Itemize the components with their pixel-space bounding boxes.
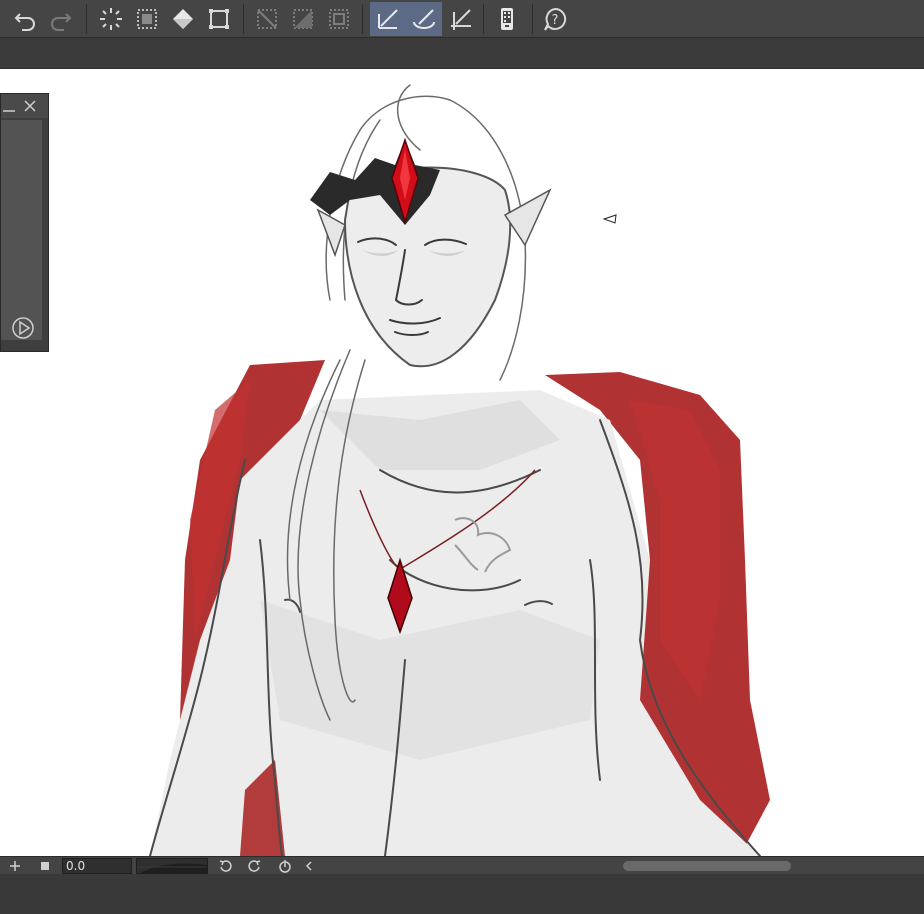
clear-selection-icon bbox=[100, 8, 122, 30]
redo-button[interactable] bbox=[44, 2, 78, 36]
device-button[interactable] bbox=[490, 2, 524, 36]
rotate-right-icon bbox=[248, 860, 261, 872]
stop-button[interactable] bbox=[36, 858, 54, 874]
toolbar-divider bbox=[362, 4, 363, 34]
invert-selection-icon bbox=[293, 9, 313, 29]
zoom-slider-curve bbox=[137, 863, 207, 873]
drawing-canvas[interactable] bbox=[0, 69, 924, 856]
undo-button[interactable] bbox=[8, 2, 42, 36]
undo-icon bbox=[14, 13, 35, 31]
transform-icon bbox=[209, 9, 229, 29]
panel-header bbox=[1, 94, 48, 118]
snap-grid-button[interactable] bbox=[444, 2, 478, 36]
help-icon: ? bbox=[544, 7, 567, 31]
snap-ruler-button[interactable] bbox=[370, 2, 406, 36]
close-icon[interactable] bbox=[23, 99, 37, 113]
brush-cursor-icon bbox=[603, 214, 617, 224]
command-toolbar: ? bbox=[0, 0, 924, 38]
toolbar-divider bbox=[86, 4, 87, 34]
deselect-icon bbox=[257, 9, 277, 29]
add-icon bbox=[10, 861, 20, 871]
svg-text:?: ? bbox=[552, 13, 559, 28]
reset-rotation-button[interactable] bbox=[276, 858, 294, 874]
toolbar-divider bbox=[483, 4, 484, 34]
collapse-left-button[interactable] bbox=[302, 858, 316, 874]
snap-special-ruler-icon bbox=[413, 9, 435, 29]
toolbar-divider bbox=[532, 4, 533, 34]
navigator-bar: 0.0 bbox=[0, 856, 924, 874]
rotate-right-button[interactable] bbox=[246, 858, 264, 874]
help-button[interactable]: ? bbox=[538, 2, 572, 36]
reset-rotation-icon bbox=[279, 860, 291, 873]
floating-panel bbox=[0, 93, 49, 352]
status-area bbox=[0, 874, 924, 914]
deselect-button[interactable] bbox=[250, 2, 284, 36]
redo-icon bbox=[51, 13, 72, 31]
tool-property-bar bbox=[0, 38, 924, 69]
fill-button[interactable] bbox=[166, 2, 200, 36]
selection-border-button[interactable] bbox=[322, 2, 356, 36]
toolbar-divider bbox=[243, 4, 244, 34]
zoom-value-field[interactable]: 0.0 bbox=[62, 858, 132, 874]
rotate-left-button[interactable] bbox=[216, 858, 234, 874]
selection-border-icon bbox=[329, 9, 349, 29]
snap-special-ruler-button[interactable] bbox=[406, 2, 442, 36]
play-icon[interactable] bbox=[11, 316, 35, 340]
scrollbar-thumb[interactable] bbox=[623, 861, 791, 871]
snap-grid-icon bbox=[451, 9, 471, 30]
stop-icon bbox=[41, 862, 49, 870]
horizontal-scrollbar[interactable] bbox=[318, 858, 924, 874]
zoom-slider[interactable] bbox=[136, 858, 208, 874]
minimize-icon[interactable] bbox=[2, 99, 16, 113]
select-all-icon bbox=[137, 9, 157, 29]
artwork-illustration bbox=[149, 84, 770, 856]
select-all-button[interactable] bbox=[130, 2, 164, 36]
rotate-left-icon bbox=[219, 860, 232, 872]
collapse-left-icon bbox=[305, 861, 312, 871]
clear-selection-button[interactable] bbox=[94, 2, 128, 36]
panel-content bbox=[1, 120, 42, 340]
add-button[interactable] bbox=[6, 858, 24, 874]
device-icon bbox=[501, 8, 513, 30]
invert-selection-button[interactable] bbox=[286, 2, 320, 36]
fill-icon bbox=[173, 9, 193, 29]
snap-ruler-icon bbox=[378, 9, 398, 29]
transform-button[interactable] bbox=[202, 2, 236, 36]
